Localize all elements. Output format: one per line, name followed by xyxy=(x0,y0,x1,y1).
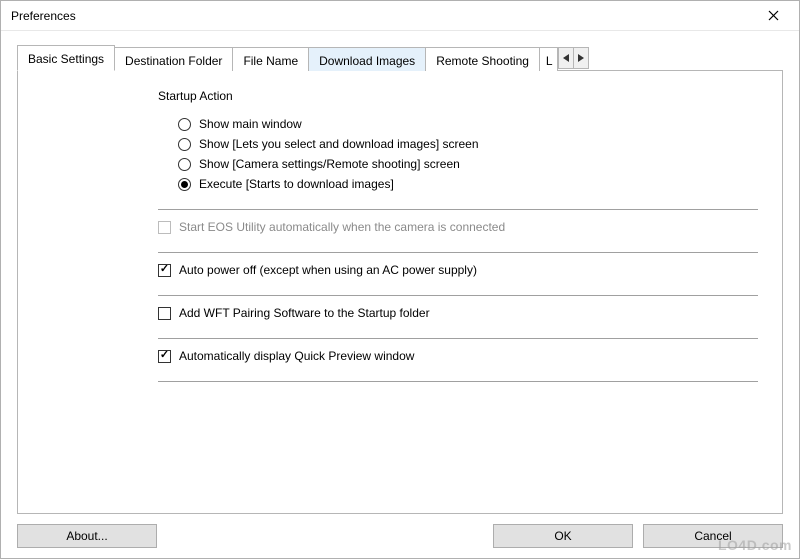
checkbox-label: Automatically display Quick Preview wind… xyxy=(179,349,414,363)
divider xyxy=(158,295,758,296)
button-label: OK xyxy=(554,529,571,543)
tab-page-basic: Startup Action Show main window Show [Le… xyxy=(17,70,783,514)
radio-icon xyxy=(178,178,191,191)
radio-execute-download[interactable]: Execute [Starts to download images] xyxy=(178,177,758,191)
cancel-button[interactable]: Cancel xyxy=(643,524,783,548)
tab-remote-shooting[interactable]: Remote Shooting xyxy=(425,47,540,71)
tab-scroll-right[interactable] xyxy=(573,47,589,69)
check-auto-power-off[interactable]: Auto power off (except when using an AC … xyxy=(158,263,758,277)
dialog-footer: About... OK Cancel xyxy=(17,514,783,548)
checkbox-icon xyxy=(158,307,171,320)
radio-icon xyxy=(178,158,191,171)
spacer xyxy=(157,524,493,548)
tab-download-images[interactable]: Download Images xyxy=(308,47,426,71)
tab-label: File Name xyxy=(243,54,298,68)
checkbox-label: Add WFT Pairing Software to the Startup … xyxy=(179,306,430,320)
radio-label: Execute [Starts to download images] xyxy=(199,177,394,191)
radio-label: Show main window xyxy=(199,117,302,131)
button-label: Cancel xyxy=(694,529,731,543)
check-quick-preview[interactable]: Automatically display Quick Preview wind… xyxy=(158,349,758,363)
checkbox-icon xyxy=(158,264,171,277)
checkbox-label: Start EOS Utility automatically when the… xyxy=(179,220,505,234)
check-wft-pairing[interactable]: Add WFT Pairing Software to the Startup … xyxy=(158,306,758,320)
dialog-body: Basic Settings Destination Folder File N… xyxy=(1,31,799,558)
tab-scroll-left[interactable] xyxy=(558,47,574,69)
tab-destination-folder[interactable]: Destination Folder xyxy=(114,47,233,71)
checkbox-icon xyxy=(158,350,171,363)
startup-action-heading: Startup Action xyxy=(158,89,758,103)
checkbox-icon xyxy=(158,221,171,234)
tab-label: L xyxy=(546,54,553,68)
radio-icon xyxy=(178,118,191,131)
check-auto-start: Start EOS Utility automatically when the… xyxy=(158,220,758,234)
tab-label: Basic Settings xyxy=(28,52,104,66)
radio-show-download-screen[interactable]: Show [Lets you select and download image… xyxy=(178,137,758,151)
close-icon xyxy=(768,10,779,21)
radio-label: Show [Lets you select and download image… xyxy=(199,137,479,151)
checkbox-label: Auto power off (except when using an AC … xyxy=(179,263,477,277)
divider xyxy=(158,209,758,210)
radio-show-remote-screen[interactable]: Show [Camera settings/Remote shooting] s… xyxy=(178,157,758,171)
tab-label: Destination Folder xyxy=(125,54,222,68)
radio-show-main-window[interactable]: Show main window xyxy=(178,117,758,131)
tab-basic-settings[interactable]: Basic Settings xyxy=(17,45,115,71)
tab-label: Download Images xyxy=(319,54,415,68)
tab-file-name[interactable]: File Name xyxy=(232,47,309,71)
tab-label: Remote Shooting xyxy=(436,54,529,68)
close-button[interactable] xyxy=(753,4,793,28)
about-button[interactable]: About... xyxy=(17,524,157,548)
button-label: About... xyxy=(66,529,107,543)
divider xyxy=(158,252,758,253)
chevron-left-icon xyxy=(563,54,569,62)
tab-truncated[interactable]: L xyxy=(539,47,558,71)
ok-button[interactable]: OK xyxy=(493,524,633,548)
radio-icon xyxy=(178,138,191,151)
window-title: Preferences xyxy=(11,9,753,23)
divider xyxy=(158,381,758,382)
tabstrip: Basic Settings Destination Folder File N… xyxy=(17,45,783,71)
chevron-right-icon xyxy=(578,54,584,62)
radio-label: Show [Camera settings/Remote shooting] s… xyxy=(199,157,460,171)
titlebar: Preferences xyxy=(1,1,799,31)
preferences-window: Preferences Basic Settings Destination F… xyxy=(0,0,800,559)
tab-scroll xyxy=(559,45,589,71)
divider xyxy=(158,338,758,339)
